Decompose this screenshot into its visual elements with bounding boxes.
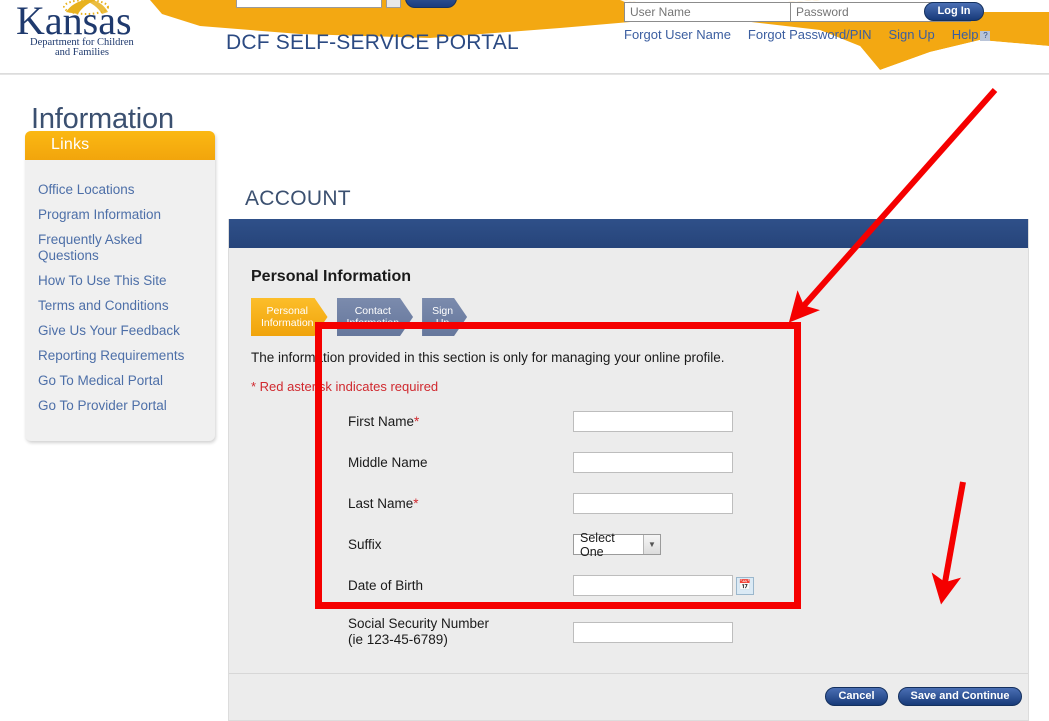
wizard-step-sign-up[interactable]: Sign Up	[422, 298, 467, 336]
form-row-social-security-number: Social Security Number (ie 123-45-6789)	[348, 616, 1006, 648]
top-search-widget[interactable]	[236, 0, 488, 8]
form-row-date-of-birth: Date of Birth 📅	[348, 575, 1006, 596]
sidebar-item-terms-and-conditions[interactable]: Terms and Conditions	[38, 298, 198, 314]
wizard-step-line1: Sign	[432, 305, 454, 317]
suffix-selected-value: Select One	[580, 530, 615, 559]
date-of-birth-label: Date of Birth	[348, 577, 424, 593]
links-panel: Links Office Locations Program Informati…	[25, 131, 215, 441]
wizard-step-line2: Information	[261, 317, 314, 329]
wizard-step-contact-information[interactable]: Contact Information	[337, 298, 414, 336]
card-footer: Cancel Save and Continue	[229, 673, 1028, 720]
first-name-label: First Name*	[348, 413, 420, 429]
form-row-middle-name: Middle Name	[348, 452, 1006, 473]
suffix-label: Suffix	[348, 536, 382, 552]
top-search-dropdown[interactable]	[386, 0, 401, 8]
login-links: Forgot User Name Forgot Password/PIN Sig…	[624, 27, 1028, 42]
wizard-steps: Personal Information Contact Information…	[251, 296, 1006, 338]
login-fields	[624, 2, 971, 22]
calendar-glyph: 📅	[738, 579, 752, 591]
personal-information-form: First Name* Middle Name Last Name* Suffi…	[251, 411, 1006, 648]
sidebar-item-program-information[interactable]: Program Information	[38, 207, 198, 223]
cancel-button[interactable]: Cancel	[825, 687, 888, 706]
middle-name-label: Middle Name	[348, 454, 428, 470]
portal-title: DCF SELF-SERVICE PORTAL	[226, 31, 519, 54]
first-name-input[interactable]	[573, 411, 733, 432]
svg-text:and Families: and Families	[55, 47, 109, 58]
forgot-password-pin-link[interactable]: Forgot Password/PIN	[748, 27, 872, 42]
login-block: Log In Forgot User Name Forgot Password/…	[624, 2, 1028, 42]
top-search-submit-button[interactable]	[405, 0, 457, 8]
last-name-label: Last Name*	[348, 495, 419, 511]
chevron-down-icon: ▼	[643, 535, 660, 554]
help-link[interactable]: Help?	[952, 27, 991, 42]
card-body: Personal Information Personal Informatio…	[229, 248, 1028, 648]
card-title-bar	[229, 219, 1028, 248]
sidebar-item-frequently-asked-questions[interactable]: Frequently Asked Questions	[38, 232, 198, 264]
save-and-continue-button[interactable]: Save and Continue	[898, 687, 1022, 706]
page-body: Information Links Office Locations Progr…	[0, 75, 1049, 721]
social-security-number-label: Social Security Number (ie 123-45-6789)	[348, 616, 490, 647]
middle-name-input[interactable]	[573, 452, 733, 473]
kansas-dcf-logo: Kansas Department for Children and Famil…	[16, 0, 135, 58]
sidebar-item-go-to-medical-portal[interactable]: Go To Medical Portal	[38, 373, 198, 389]
required-asterisk: *	[414, 413, 420, 429]
calendar-icon[interactable]: 📅	[736, 576, 754, 595]
wizard-step-line1: Personal	[266, 305, 308, 317]
log-in-button[interactable]: Log In	[924, 2, 984, 21]
social-security-number-input[interactable]	[573, 621, 733, 643]
sidebar-item-office-locations[interactable]: Office Locations	[38, 182, 198, 198]
question-mark-icon: ?	[980, 31, 991, 41]
forgot-user-name-link[interactable]: Forgot User Name	[624, 27, 731, 42]
date-of-birth-input[interactable]	[573, 575, 733, 596]
links-panel-title: Links	[25, 131, 215, 160]
wizard-step-line2: Up	[435, 317, 450, 329]
last-name-input[interactable]	[573, 493, 733, 514]
intro-text: The information provided in this section…	[251, 350, 725, 365]
top-search-input[interactable]	[236, 0, 382, 8]
wizard-step-line1: Contact	[354, 305, 391, 317]
section-title: Personal Information	[251, 268, 412, 285]
links-list: Office Locations Program Information Fre…	[25, 160, 215, 414]
sidebar-item-how-to-use-this-site[interactable]: How To Use This Site	[38, 273, 198, 289]
sidebar-item-reporting-requirements[interactable]: Reporting Requirements	[38, 348, 198, 364]
date-of-birth-control: 📅	[573, 575, 754, 596]
sidebar-item-go-to-provider-portal[interactable]: Go To Provider Portal	[38, 398, 198, 414]
wizard-step-personal-information[interactable]: Personal Information	[251, 298, 328, 336]
form-row-suffix: Suffix Select One ▼	[348, 531, 1006, 559]
required-note: * Red asterisk indicates required	[251, 379, 439, 394]
form-row-first-name: First Name*	[348, 411, 1006, 432]
required-asterisk: *	[413, 495, 419, 511]
wizard-step-line2: Information	[346, 317, 400, 329]
sign-up-link[interactable]: Sign Up	[888, 27, 934, 42]
sidebar-item-give-us-your-feedback[interactable]: Give Us Your Feedback	[38, 323, 198, 339]
site-header: Kansas Department for Children and Famil…	[0, 0, 1049, 75]
account-content-card: Personal Information Personal Informatio…	[228, 219, 1029, 721]
form-row-last-name: Last Name*	[348, 493, 1006, 514]
page-title: ACCOUNT	[245, 187, 351, 210]
suffix-select[interactable]: Select One ▼	[573, 531, 661, 559]
username-input[interactable]	[625, 3, 791, 21]
